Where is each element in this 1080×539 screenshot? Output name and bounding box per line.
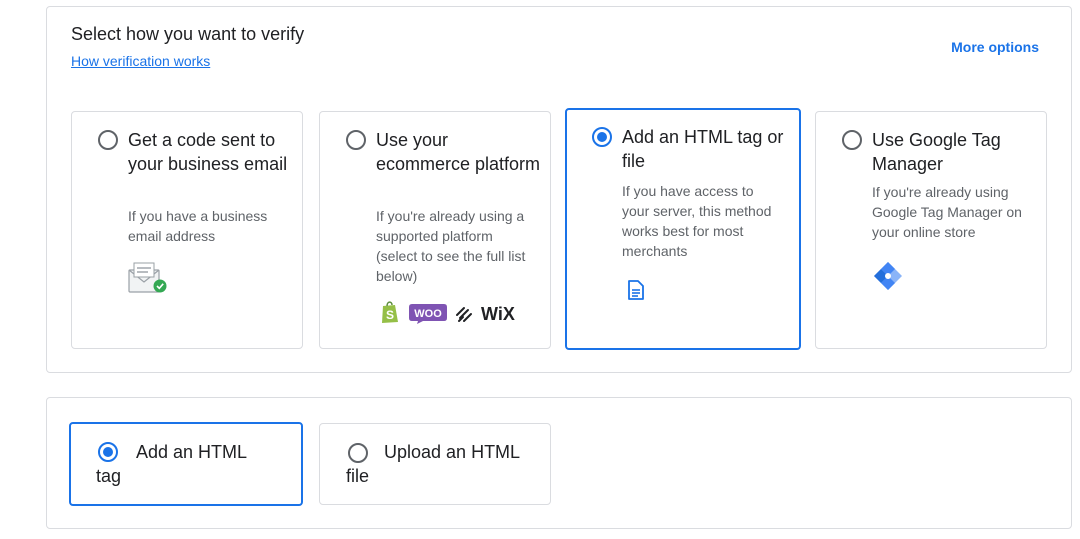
woo-logo: WOO xyxy=(409,304,447,324)
wix-logo-text: WiX xyxy=(481,305,515,323)
option-card-upload-html-file[interactable]: Upload an HTML file xyxy=(319,423,551,505)
radio-ecommerce-platform[interactable] xyxy=(346,130,366,150)
option-card-add-html-tag[interactable]: Add an HTML tag xyxy=(69,422,303,506)
option-label: Add an HTML tag xyxy=(96,442,247,486)
page-title: Select how you want to verify xyxy=(71,24,305,44)
method-card-business-email[interactable]: Get a code sent to your business email I… xyxy=(71,111,303,349)
method-card-google-tag-manager[interactable]: Use Google Tag Manager If you're already… xyxy=(815,111,1047,349)
radio-html-tag-or-file[interactable] xyxy=(592,127,612,147)
method-title: Use Google Tag Manager xyxy=(872,130,1001,174)
envelope-check-icon xyxy=(128,262,167,293)
radio-google-tag-manager[interactable] xyxy=(842,130,862,150)
html-option-panel: Add an HTML tag Upload an HTML file xyxy=(46,397,1072,529)
how-verification-works-link[interactable]: How verification works xyxy=(71,53,210,69)
method-description: If you have access to your server, this … xyxy=(622,183,772,259)
method-description: If you're already using Google Tag Manag… xyxy=(872,184,1022,240)
shopify-logo: S xyxy=(382,301,398,323)
method-title: Add an HTML tag or file xyxy=(622,127,784,171)
document-icon xyxy=(628,280,644,300)
method-description: If you have a business email address xyxy=(128,208,268,244)
method-title: Use your ecommerce platform xyxy=(376,130,541,174)
option-label: Upload an HTML file xyxy=(346,442,520,486)
method-title: Get a code sent to your business email xyxy=(128,130,288,174)
more-options-button[interactable]: More options xyxy=(951,39,1039,55)
radio-business-email[interactable] xyxy=(98,130,118,150)
method-description: If you're already using a supported plat… xyxy=(376,208,526,284)
google-tag-manager-icon xyxy=(874,262,902,290)
verification-method-panel: Select how you want to verify How verifi… xyxy=(46,6,1072,373)
wix-logo: WiX xyxy=(481,305,515,323)
svg-text:S: S xyxy=(386,308,394,322)
woo-logo-text: WOO xyxy=(414,308,442,320)
squarespace-logo xyxy=(456,307,472,322)
method-card-ecommerce-platform[interactable]: Use your ecommerce platform If you're al… xyxy=(319,111,551,349)
method-card-html-tag-or-file[interactable]: Add an HTML tag or file If you have acce… xyxy=(565,108,801,350)
